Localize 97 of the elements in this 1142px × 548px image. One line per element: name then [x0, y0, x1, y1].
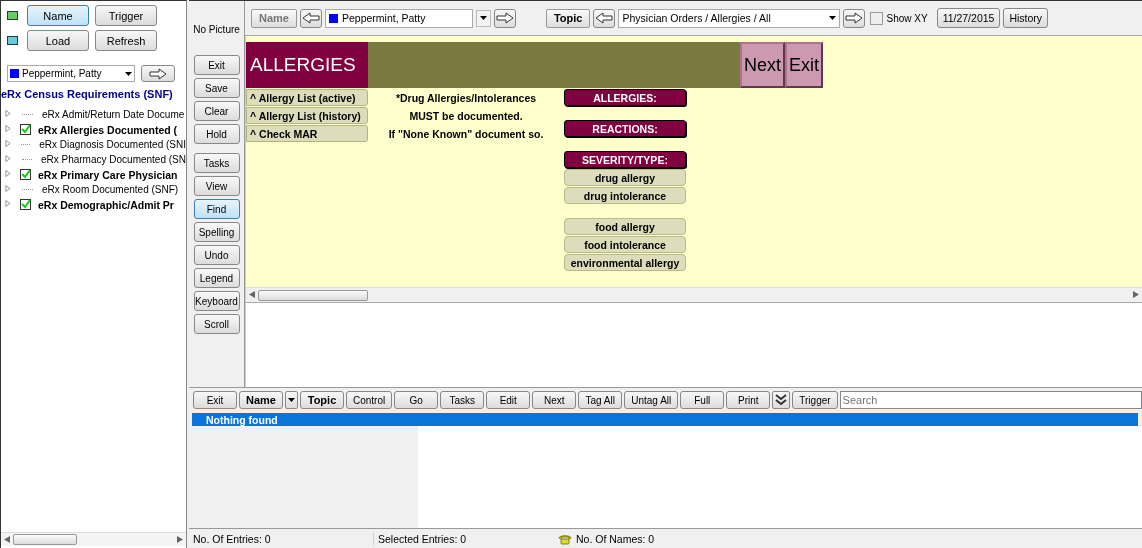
horizontal-scrollbar[interactable]	[1, 532, 186, 546]
results-header: Nothing found	[192, 413, 1138, 426]
expand-button[interactable]	[772, 391, 791, 409]
tree-item[interactable]: eRx Room Documented (SNF)	[1, 182, 186, 197]
scroll-left-icon	[4, 535, 10, 543]
side-button[interactable]: Exit	[193, 55, 240, 75]
window-icon[interactable]	[7, 11, 18, 20]
nav-button[interactable]: Exit	[785, 42, 824, 88]
option-button[interactable]: drug allergy	[564, 169, 686, 186]
tree-item[interactable]: eRx Pharmacy Documented (SN	[1, 152, 186, 167]
caret-icon	[479, 16, 487, 20]
toolbar-button[interactable]: Topic	[300, 391, 344, 409]
section-header-button[interactable]: REACTIONS:	[564, 120, 686, 137]
side-button[interactable]: View	[193, 176, 240, 196]
side-button[interactable]: Scroll	[193, 314, 240, 334]
toolbar-button[interactable]: Full	[680, 391, 725, 409]
resident-dropdown[interactable]: Peppermint, Patty	[7, 65, 135, 82]
previous-button[interactable]	[593, 8, 616, 28]
name-button[interactable]: Name	[251, 8, 297, 28]
names-count: No. Of Names: 0	[575, 532, 655, 545]
option-button[interactable]: drug intolerance	[564, 187, 686, 204]
dropdown-button[interactable]	[475, 9, 491, 27]
tree-item[interactable]: eRx Demographic/Admit Pr	[1, 197, 186, 212]
panel-button[interactable]: Refresh	[95, 30, 157, 51]
nav-button[interactable]: Next	[740, 42, 785, 88]
panel-button[interactable]: Name	[27, 5, 89, 26]
form-title: ALLERGIES	[246, 42, 368, 88]
arrow-right-icon	[495, 12, 514, 24]
section-header-button[interactable]: ALLERGIES:	[564, 89, 686, 106]
topic-button[interactable]: Topic	[545, 8, 591, 28]
arrow-left-icon	[595, 12, 614, 24]
toolbar-button[interactable]: Control	[346, 391, 393, 409]
picture-placeholder-label: No Picture	[193, 22, 240, 37]
entries-count: No. Of Entries: 0	[189, 532, 374, 545]
link-button[interactable]: ^ Check MAR	[246, 125, 368, 142]
side-button[interactable]: Legend	[193, 268, 240, 288]
side-button[interactable]: Undo	[193, 245, 240, 265]
instruction-text: If "None Known" document so.	[388, 127, 544, 142]
toolbar-button[interactable]: Edit	[486, 391, 531, 409]
show-xy-checkbox[interactable]: Show XY	[870, 11, 928, 25]
search-field[interactable]: Search	[839, 391, 1142, 409]
scroll-right-icon	[177, 535, 183, 543]
previous-button[interactable]	[299, 8, 322, 28]
toolbar-button[interactable]: Trigger	[792, 391, 838, 409]
link-button[interactable]: ^ Allergy List (active)	[246, 89, 368, 106]
instruction-text: *Drug Allergies/Intolerances	[395, 91, 537, 106]
arrow-left-icon	[301, 12, 320, 24]
toolbar-button[interactable]: Name	[239, 391, 283, 409]
phone-icon	[558, 532, 572, 545]
arrow-right-icon	[149, 67, 167, 80]
toolbar-button[interactable]: Print	[726, 391, 771, 409]
option-button[interactable]: food intolerance	[564, 236, 686, 253]
name-dropdown[interactable]: Peppermint, Patty	[324, 8, 473, 28]
panel-button[interactable]: Load	[27, 30, 89, 51]
tree-item[interactable]: eRx Primary Care Physician	[1, 167, 186, 182]
square-icon	[10, 69, 19, 78]
toolbar-button[interactable]: Exit	[193, 391, 237, 409]
toolbar-button[interactable]: Tasks	[440, 391, 485, 409]
horizontal-scrollbar[interactable]	[246, 287, 1142, 302]
selected-count: Selected Entries: 0	[377, 532, 468, 545]
caret-icon	[829, 16, 837, 20]
dropdown-button[interactable]	[285, 391, 298, 409]
census-title: eRx Census Requirements (SNF)	[1, 87, 174, 100]
square-icon	[328, 13, 338, 23]
side-button[interactable]: Keyboard	[193, 291, 240, 311]
toolbar-button[interactable]: Next	[532, 391, 577, 409]
side-button[interactable]: Clear	[193, 101, 240, 121]
side-button[interactable]: Save	[193, 78, 240, 98]
tree-item[interactable]: eRx Diagnosis Documented (SNI	[1, 137, 186, 152]
scroll-right-icon	[1133, 291, 1139, 298]
side-button[interactable]: Hold	[193, 124, 240, 144]
section-header-button[interactable]: SEVERITY/TYPE:	[564, 151, 686, 168]
topic-dropdown[interactable]: Physician Orders / Allergies / All	[618, 8, 841, 28]
toolbar-button[interactable]: Go	[394, 391, 439, 409]
side-button[interactable]: Spelling	[193, 222, 240, 242]
link-button[interactable]: ^ Allergy List (history)	[246, 107, 368, 124]
arrow-right-icon	[845, 12, 864, 24]
history-button[interactable]: History	[1003, 8, 1049, 28]
option-button[interactable]: environmental allergy	[564, 254, 686, 271]
instruction-text: MUST be documented.	[409, 109, 523, 124]
tree-item[interactable]: eRx Admit/Return Date Docume	[1, 107, 186, 122]
option-button[interactable]: food allergy	[564, 218, 686, 235]
date-button[interactable]: 11/27/2015	[936, 8, 1001, 28]
panel-button[interactable]: Trigger	[95, 5, 157, 26]
side-button[interactable]: Find	[193, 199, 240, 219]
window-icon[interactable]	[7, 36, 18, 45]
next-button[interactable]	[843, 8, 866, 28]
scroll-left-icon	[249, 291, 255, 298]
go-button[interactable]	[141, 65, 175, 82]
caret-icon	[288, 398, 295, 402]
side-button[interactable]: Tasks	[193, 153, 240, 173]
caret-icon	[125, 71, 132, 76]
tree-item[interactable]: eRx Allergies Documented (	[1, 122, 186, 137]
next-button[interactable]	[493, 8, 516, 28]
toolbar-button[interactable]: Untag All	[624, 391, 679, 409]
double-chevron-icon	[775, 394, 788, 406]
toolbar-button[interactable]: Tag All	[578, 391, 623, 409]
